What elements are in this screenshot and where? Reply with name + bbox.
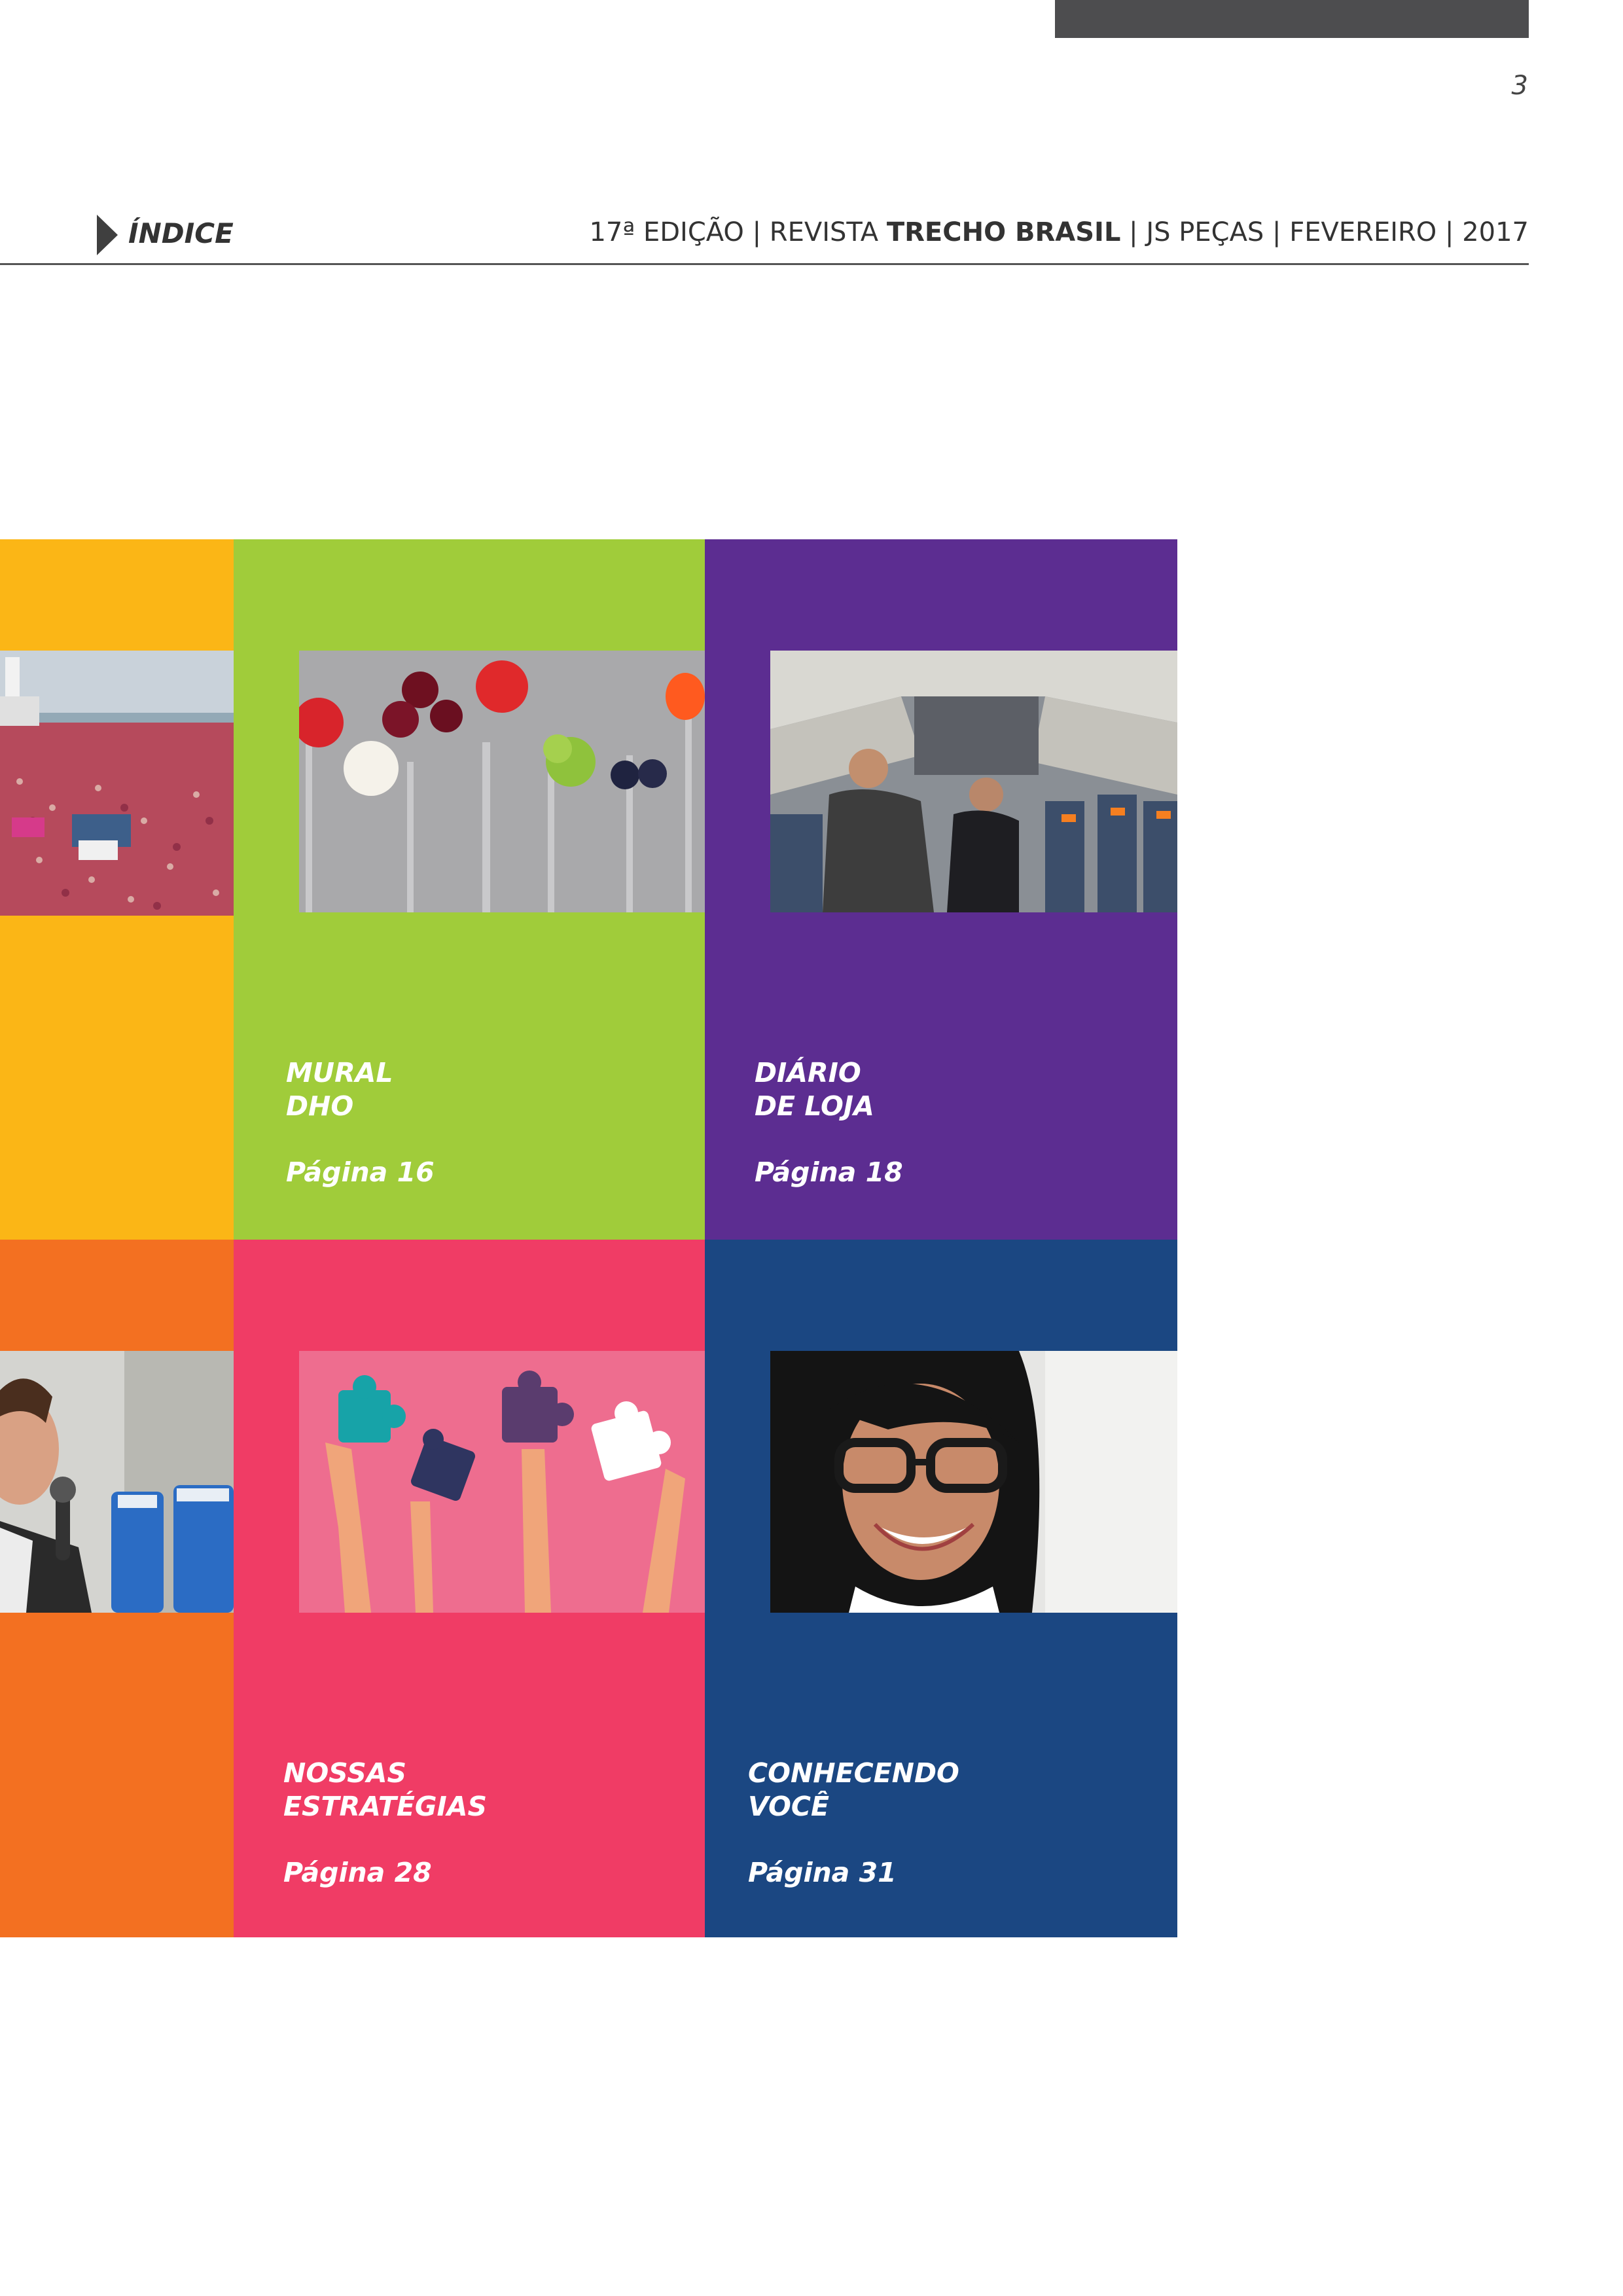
tile-title: NOSSAS ESTRATÉGIAS [283,1757,488,1822]
header: ÍNDICE 17ª EDIÇÃO | REVISTA TRECHO BRASI… [0,211,1529,265]
side-tile-orange [0,1240,234,1937]
puzzle-hands-illustration [299,1351,705,1613]
airplane-cabin-photo [770,651,1177,912]
top-bar [1055,0,1529,38]
tile-diario-de-loja[interactable]: DIÁRIO DE LOJA Página 18 [705,539,1177,1240]
tile-caption: CONHECENDO VOCÊ Página 31 [748,1757,959,1890]
page-number: 3 [1511,71,1528,101]
tile-mural-dho[interactable]: MURAL DHO Página 16 [234,539,705,1240]
tile-caption: MURAL DHO Página 16 [286,1056,435,1189]
tile-page-link[interactable]: Página 31 [748,1856,959,1890]
side-tile-yellow [0,539,234,1240]
tile-title: CONHECENDO VOCÊ [748,1757,959,1822]
forks-with-fruits-photo [299,651,705,912]
speaker-photo [0,1351,234,1613]
carnival-crowd-photo [0,651,234,916]
tile-conhecendo-voce[interactable]: CONHECENDO VOCÊ Página 31 [705,1240,1177,1937]
play-arrow-icon [97,215,118,255]
edition-magazine-name: TRECHO BRASIL [886,217,1121,247]
tile-caption: DIÁRIO DE LOJA Página 18 [755,1056,903,1189]
tile-nossas-estrategias[interactable]: NOSSAS ESTRATÉGIAS Página 28 [234,1240,705,1937]
edition-suffix: | JS PEÇAS | FEVEREIRO | 2017 [1120,217,1529,247]
tile-title: MURAL DHO [286,1057,393,1122]
tile-title: DIÁRIO DE LOJA [755,1057,874,1122]
section-title: ÍNDICE [128,217,234,249]
tile-page-link[interactable]: Página 28 [283,1856,487,1890]
tile-page-link[interactable]: Página 18 [755,1156,903,1189]
edition-prefix: 17ª EDIÇÃO | REVISTA [589,217,887,247]
employee-portrait-photo [770,1351,1177,1613]
tile-caption: NOSSAS ESTRATÉGIAS Página 28 [283,1757,487,1890]
tile-page-link[interactable]: Página 16 [286,1156,435,1189]
edition-line: 17ª EDIÇÃO | REVISTA TRECHO BRASIL | JS … [589,217,1529,247]
